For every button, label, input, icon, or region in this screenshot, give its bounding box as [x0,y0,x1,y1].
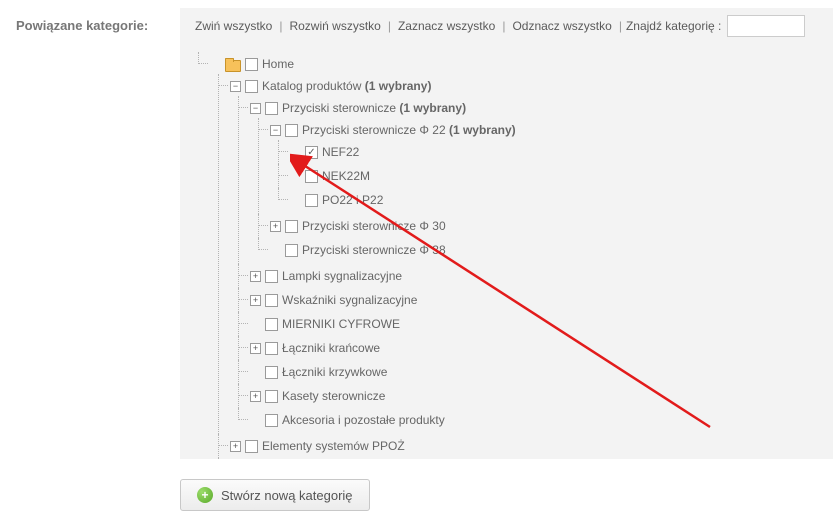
section-title: Powiązane kategorie: [16,18,148,33]
plus-circle-icon: + [197,487,213,503]
expand-all-link[interactable]: Rozwiń wszystko [284,19,385,33]
node-przyciski[interactable]: Przyciski sterownicze (1 wybrany) [282,101,466,115]
checkbox-przyciski[interactable] [265,102,278,115]
checkbox-kasety[interactable] [265,390,278,403]
checkbox-catalog[interactable] [245,80,258,93]
node-kasety[interactable]: Kasety sterownicze [282,389,385,403]
checkbox-lampki[interactable] [265,270,278,283]
find-category-label: Znajdź kategorię : [624,19,727,33]
checkbox-mierniki[interactable] [265,318,278,331]
node-przyciski-label: Przyciski sterownicze [282,101,396,115]
category-tree: Home − Katalog produktów (1 wybrany) [180,44,833,459]
node-phi22[interactable]: Przyciski sterownicze Φ 22 (1 wybrany) [302,123,516,137]
collapse-icon[interactable]: − [270,125,281,136]
node-ppoz[interactable]: Elementy systemów PPOŻ [262,439,405,453]
checkbox-krzywkowe[interactable] [265,366,278,379]
folder-icon [225,58,241,71]
node-catalog[interactable]: Katalog produktów (1 wybrany) [262,79,431,93]
node-phi22-label: Przyciski sterownicze Φ 22 [302,123,446,137]
tree-toolbar: Zwiń wszystko | Rozwiń wszystko | Zaznac… [180,8,833,44]
collapse-icon[interactable]: − [230,81,241,92]
toggle-spacer [250,415,261,426]
node-przyciski-suffix: (1 wybrany) [399,101,466,115]
checkbox-nef22[interactable]: ✓ [305,146,318,159]
node-nef22[interactable]: NEF22 [322,145,359,159]
collapse-all-link[interactable]: Zwiń wszystko [190,19,277,33]
checkbox-krancowe[interactable] [265,342,278,355]
check-all-link[interactable]: Zaznacz wszystko [393,19,500,33]
expand-icon[interactable]: + [250,343,261,354]
toggle-spacer [250,319,261,330]
checkbox-phi30[interactable] [285,220,298,233]
node-krancowe[interactable]: Łączniki krańcowe [282,341,380,355]
node-nek22m[interactable]: NEK22M [322,169,370,183]
expand-icon[interactable]: + [250,391,261,402]
create-category-button[interactable]: + Stwórz nową kategorię [180,479,370,511]
checkbox-ppoz[interactable] [245,440,258,453]
find-category-input[interactable] [727,15,805,37]
node-wskazniki[interactable]: Wskaźniki sygnalizacyjne [282,293,417,307]
node-po22[interactable]: PO22 i P22 [322,193,383,207]
node-akcesoria[interactable]: Akcesoria i pozostałe produkty [282,413,445,427]
checkbox-phi38[interactable] [285,244,298,257]
toggle-spacer [250,367,261,378]
node-catalog-suffix: (1 wybrany) [365,79,432,93]
checkbox-po22[interactable] [305,194,318,207]
separator: | [500,19,507,33]
toggle-spacer [270,245,281,256]
node-krzywkowe[interactable]: Łączniki krzywkowe [282,365,387,379]
expand-icon[interactable]: + [250,295,261,306]
checkbox-wskazniki[interactable] [265,294,278,307]
uncheck-all-link[interactable]: Odznacz wszystko [507,19,616,33]
node-home[interactable]: Home [262,57,294,71]
separator: | [277,19,284,33]
collapse-icon[interactable]: − [250,103,261,114]
create-category-label: Stwórz nową kategorię [221,488,353,503]
node-phi22-suffix: (1 wybrany) [449,123,516,137]
toggle-spacer [290,147,301,158]
node-phi30[interactable]: Przyciski sterownicze Φ 30 [302,219,446,233]
node-phi38[interactable]: Przyciski sterownicze Φ 38 [302,243,446,257]
checkbox-home[interactable] [245,58,258,71]
button-bar: + Stwórz nową kategorię [180,479,370,511]
checkbox-nek22m[interactable] [305,170,318,183]
expand-icon[interactable]: + [230,441,241,452]
checkbox-akcesoria[interactable] [265,414,278,427]
toggle-spacer [210,59,221,70]
node-catalog-label: Katalog produktów [262,79,361,93]
toggle-spacer [290,171,301,182]
node-mierniki[interactable]: MIERNIKI CYFROWE [282,317,400,331]
expand-icon[interactable]: + [250,271,261,282]
checkbox-phi22[interactable] [285,124,298,137]
toggle-spacer [290,195,301,206]
separator: | [617,19,624,33]
separator: | [386,19,393,33]
expand-icon[interactable]: + [270,221,281,232]
node-lampki[interactable]: Lampki sygnalizacyjne [282,269,402,283]
